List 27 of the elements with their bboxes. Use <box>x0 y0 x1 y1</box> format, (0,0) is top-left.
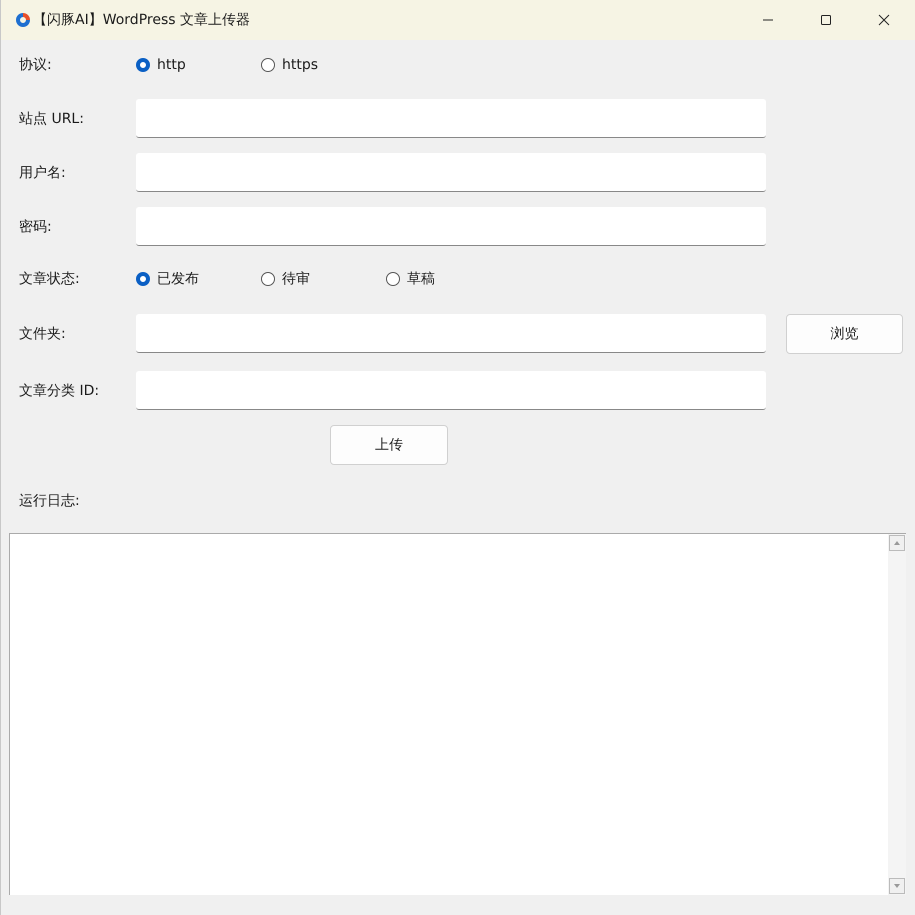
radio-option[interactable]: 待审 <box>261 270 386 288</box>
browse-button[interactable]: 浏览 <box>786 314 903 354</box>
log-label: 运行日志: <box>18 492 81 510</box>
field-label: 文章状态: <box>18 270 81 288</box>
scroll-down-icon[interactable] <box>889 878 905 894</box>
scrollbar[interactable] <box>888 534 906 895</box>
logo-icon <box>15 12 31 28</box>
maximize-icon[interactable] <box>820 14 832 26</box>
upload-button[interactable]: 上传 <box>330 425 448 465</box>
input-field[interactable] <box>136 314 766 353</box>
field-label: 站点 URL: <box>18 110 85 128</box>
input-field[interactable] <box>136 99 766 138</box>
window-title: 【闪豚AI】WordPress 文章上传器 <box>33 11 250 29</box>
field-label: 文件夹: <box>18 324 67 342</box>
field-label: 用户名: <box>18 164 67 182</box>
field-label: 文章分类 ID: <box>18 382 100 400</box>
input-field[interactable] <box>136 153 766 192</box>
field-label: 协议: <box>18 56 53 74</box>
input-field[interactable] <box>136 371 766 410</box>
radio-option[interactable]: 已发布 <box>136 270 261 288</box>
radio-option[interactable]: 草稿 <box>386 270 511 288</box>
close-icon[interactable] <box>878 14 890 26</box>
radio-option[interactable]: https <box>261 57 386 73</box>
radio-option[interactable]: http <box>136 57 261 73</box>
scroll-up-icon[interactable] <box>889 535 905 551</box>
input-field[interactable] <box>136 207 766 246</box>
field-label: 密码: <box>18 218 53 236</box>
